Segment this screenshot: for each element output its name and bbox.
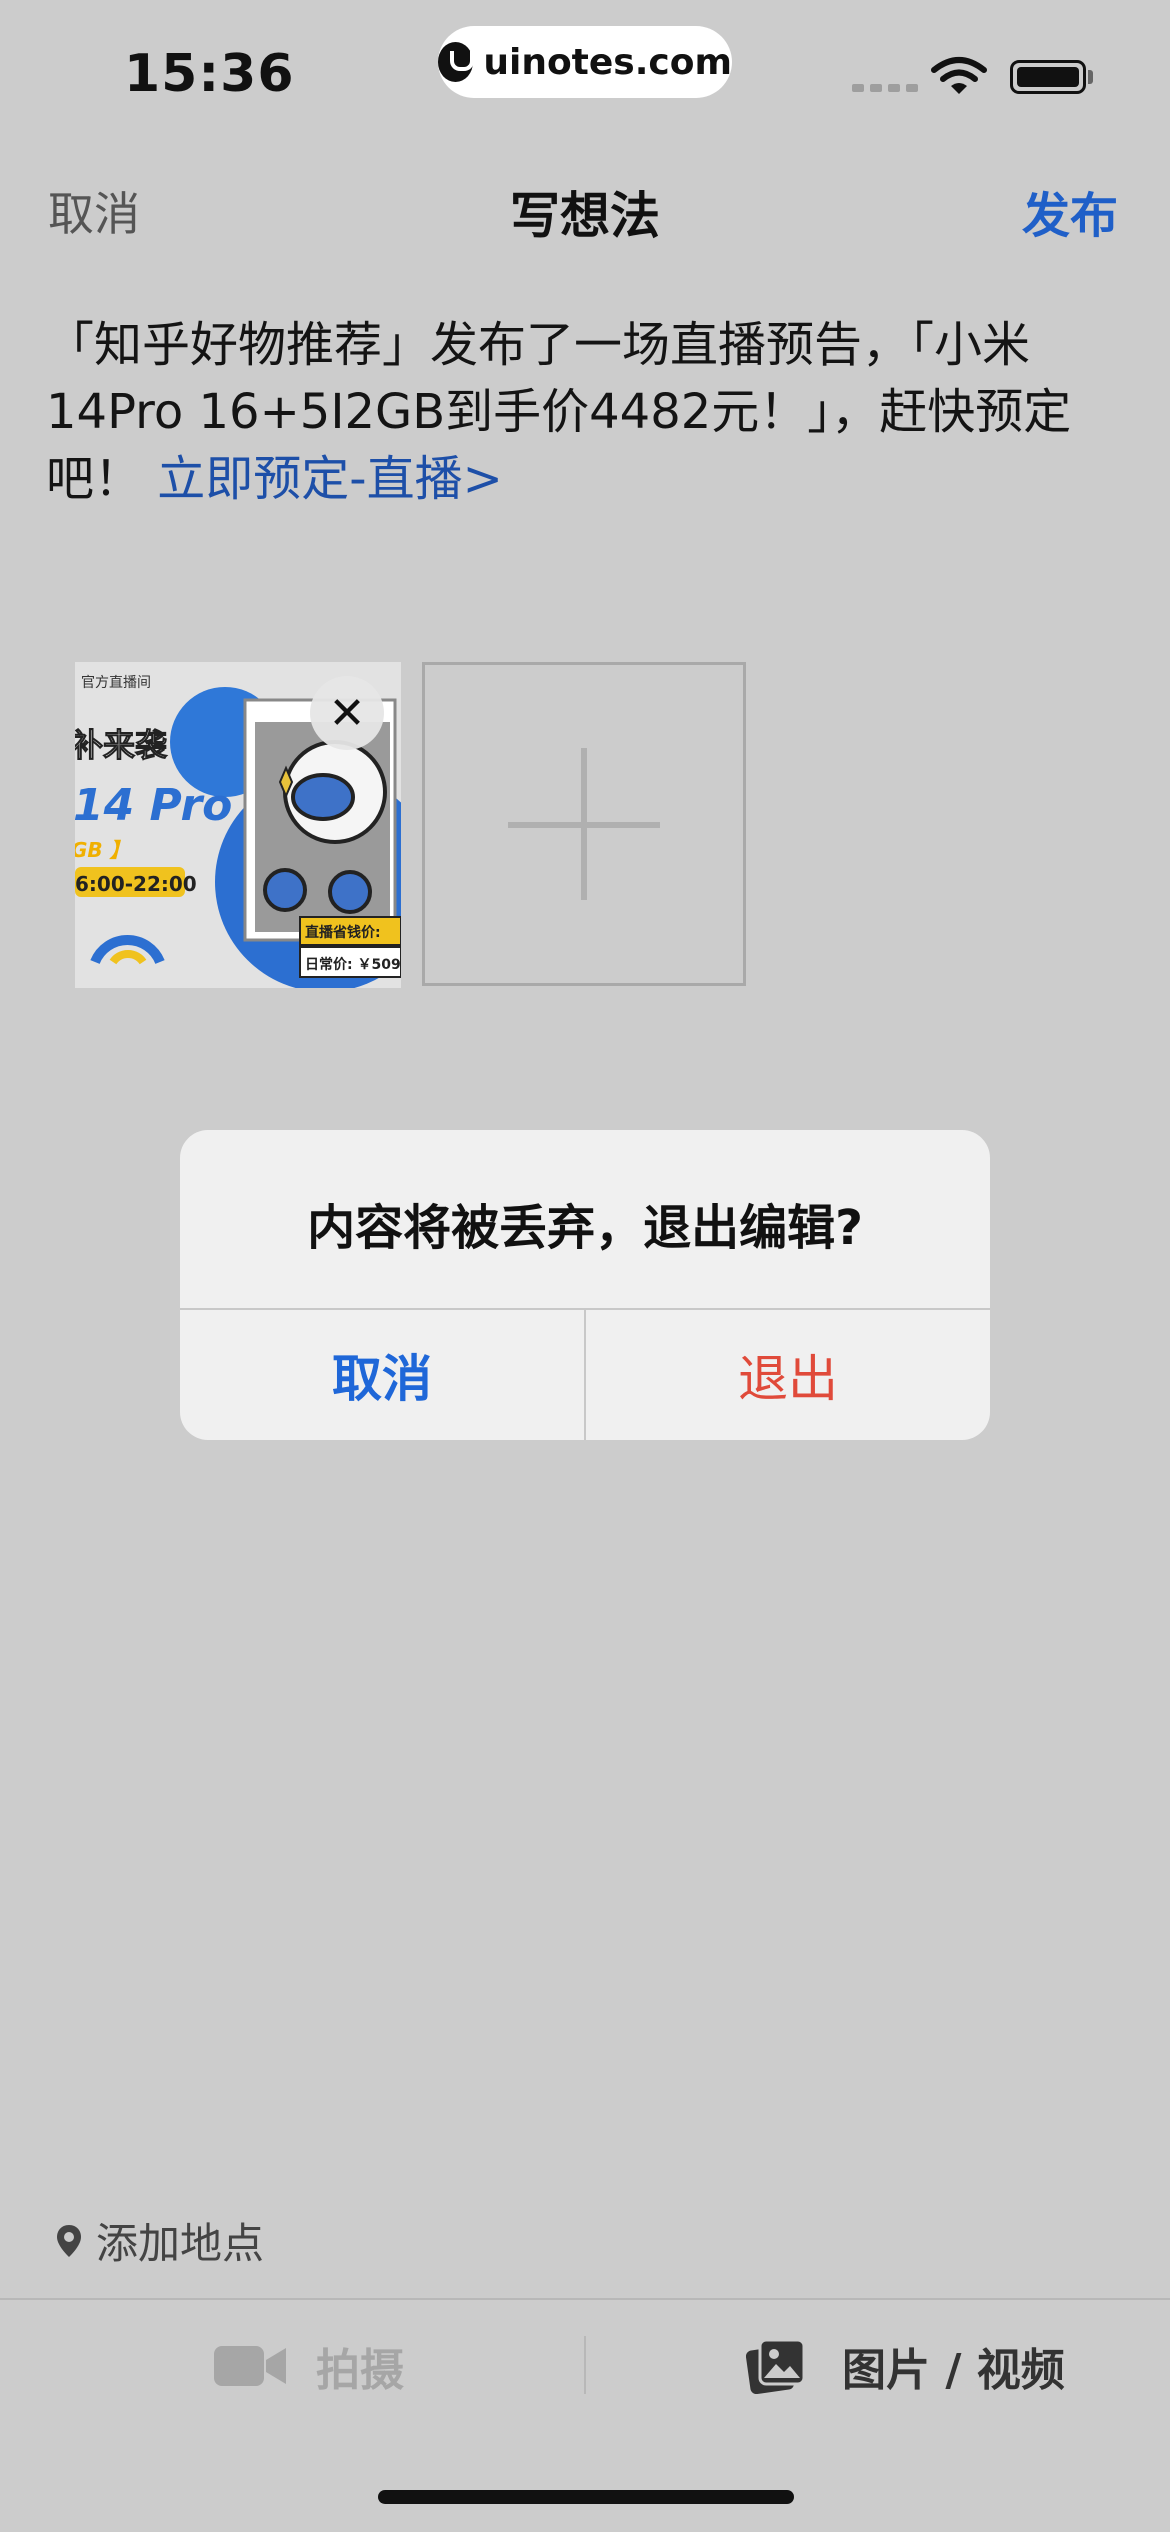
wifi-icon	[931, 57, 987, 94]
gallery-button[interactable]: 图片 / 视频	[746, 2334, 1065, 2398]
reserve-live-link[interactable]: 立即预定-直播>	[157, 451, 503, 507]
close-icon: ✕	[328, 687, 366, 739]
location-pin-icon	[57, 2224, 81, 2257]
status-time: 15:36	[124, 44, 295, 104]
gallery-label: 图片 / 视频	[842, 2345, 1065, 2396]
battery-icon	[1010, 60, 1086, 94]
add-location-label: 添加地点	[96, 2219, 265, 2268]
thumb-spec: GB 】	[75, 838, 130, 862]
photo-gallery-icon	[746, 2338, 806, 2394]
publish-button[interactable]: 发布	[1022, 176, 1118, 246]
site-logo-icon	[438, 42, 475, 82]
thumb-badge: 官方直播间	[81, 675, 151, 691]
thumb-headline: 补来袭	[75, 726, 168, 765]
home-indicator[interactable]	[378, 2490, 794, 2504]
page-title: 写想法	[510, 187, 660, 245]
dialog-exit-button[interactable]: 退出	[586, 1310, 990, 1440]
remove-image-button[interactable]: ✕	[310, 676, 384, 750]
thumb-time-range: 6:00-22:00	[75, 872, 197, 896]
post-text-area[interactable]: 「知乎好物推荐」发布了一场直播预告，「小米14Pro 16+5I2GB到手价44…	[46, 312, 1126, 513]
dialog-message: 内容将被丢弃，退出编辑?	[307, 1200, 863, 1256]
camera-button[interactable]: 拍摄	[214, 2334, 404, 2398]
discard-dialog: 内容将被丢弃，退出编辑? 取消 退出	[180, 1130, 990, 1440]
thumb-daily-price: 日常价: ￥509	[305, 957, 401, 973]
add-location-button[interactable]: 添加地点	[56, 2210, 264, 2271]
plus-icon-vertical	[581, 748, 587, 900]
thumb-model: 14 Pro	[75, 780, 233, 831]
camera-label: 拍摄	[316, 2345, 404, 2396]
toolbar-separator	[584, 2336, 586, 2394]
url-pill[interactable]: uinotes.com	[438, 26, 732, 98]
dialog-cancel-button[interactable]: 取消	[180, 1310, 584, 1440]
thumb-live-price: 直播省钱价:	[305, 925, 381, 941]
video-camera-icon	[214, 2346, 286, 2386]
signal-icon	[852, 84, 918, 92]
battery-cap	[1088, 70, 1093, 84]
toolbar-divider	[0, 2298, 1170, 2300]
url-text: uinotes.com	[483, 41, 732, 83]
